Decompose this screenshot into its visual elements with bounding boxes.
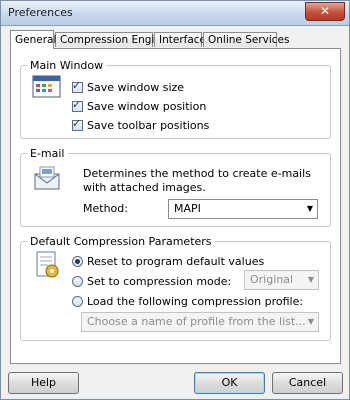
general-tab-panel: Main Window ✓ Save window size ✓ Save wi… (10, 48, 341, 364)
window-icon (32, 74, 62, 103)
save-toolbar-positions-label: Save toolbar positions (87, 118, 210, 132)
compression-mode-option[interactable]: Set to compression mode: (72, 274, 231, 288)
settings-document-icon (33, 250, 61, 283)
window-title: Preferences (8, 6, 73, 19)
help-button[interactable]: Help (8, 372, 79, 394)
tab-interface[interactable]: Interface (154, 32, 206, 47)
preferences-dialog: Preferences ✕ General Compression Engine… (0, 0, 350, 400)
ok-button[interactable]: OK (194, 372, 265, 394)
close-button[interactable]: ✕ (305, 2, 345, 21)
save-window-position-checkbox[interactable]: ✓ (72, 98, 83, 112)
profile-select[interactable]: Choose a name of profile from the list..… (81, 312, 319, 332)
compression-legend: Default Compression Parameters (30, 235, 212, 248)
email-description: Determines the method to create e-mails … (83, 167, 311, 194)
chevron-down-icon: ▼ (306, 204, 313, 213)
tab-compression-engine[interactable]: Compression Engine (55, 32, 167, 47)
main-window-legend: Main Window (30, 59, 104, 72)
tab-online-services[interactable]: Online Services (203, 32, 289, 47)
email-legend: E-mail (30, 147, 65, 160)
tab-general[interactable]: General (10, 30, 56, 49)
load-profile-radio[interactable] (72, 295, 83, 307)
envelope-icon (32, 165, 62, 194)
method-select[interactable]: MAPI ▼ (168, 199, 318, 219)
cancel-button[interactable]: Cancel (272, 372, 343, 394)
method-select-value: MAPI (174, 202, 201, 215)
chevron-down-icon: ▼ (307, 275, 314, 284)
load-profile-option[interactable]: Load the following compression profile: (72, 294, 303, 308)
save-window-size-label: Save window size (87, 80, 185, 94)
save-toolbar-positions-option[interactable]: ✓ Save toolbar positions (72, 117, 210, 132)
save-window-size-checkbox[interactable]: ✓ (72, 79, 83, 93)
method-label: Method: (83, 202, 128, 215)
load-profile-label: Load the following compression profile: (87, 294, 304, 308)
save-window-position-option[interactable]: ✓ Save window position (72, 98, 207, 113)
reset-defaults-label: Reset to program default values (87, 254, 265, 268)
save-toolbar-positions-checkbox[interactable]: ✓ (72, 117, 83, 131)
save-window-size-option[interactable]: ✓ Save window size (72, 79, 185, 94)
compression-mode-label: Set to compression mode: (87, 274, 232, 288)
chevron-down-icon: ▼ (307, 317, 314, 326)
reset-defaults-option[interactable]: Reset to program default values (72, 254, 264, 268)
compression-mode-select[interactable]: Original ▼ (244, 270, 319, 290)
profile-select-placeholder: Choose a name of profile from the list..… (87, 315, 306, 328)
save-window-position-label: Save window position (87, 99, 207, 113)
title-bar[interactable]: Preferences ✕ (1, 1, 349, 26)
reset-defaults-radio[interactable] (72, 255, 83, 267)
compression-mode-radio[interactable] (72, 275, 83, 287)
compression-mode-value: Original (250, 273, 294, 286)
